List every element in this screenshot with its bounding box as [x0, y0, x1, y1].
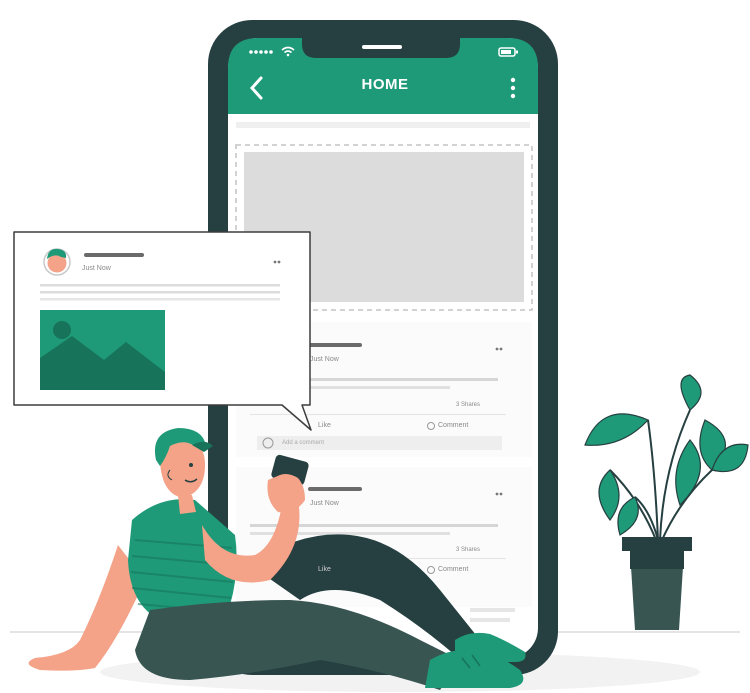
popup-post-card	[13, 231, 312, 431]
popup-timestamp: Just Now	[82, 265, 111, 272]
back-button[interactable]	[244, 70, 270, 100]
person-neck	[178, 495, 196, 514]
post-1-comment-input[interactable]: Add a comment	[282, 440, 324, 446]
more-options-button[interactable]	[503, 74, 523, 102]
leaf	[584, 413, 650, 446]
post-2-timestamp: Just Now	[310, 500, 339, 507]
post-1-shares: 3 Shares	[456, 402, 481, 408]
potted-plant	[584, 374, 749, 630]
speaker-slot	[362, 45, 402, 49]
post-2-comment-button[interactable]: Comment	[438, 566, 468, 573]
post-1-comment-button[interactable]: Comment	[438, 422, 468, 429]
post-1-like-button[interactable]: Like	[318, 422, 331, 429]
image-icon	[40, 310, 165, 390]
scene-artwork	[10, 20, 749, 692]
illustration-scene: HOME Just Now Just Now 3 Shares Like Com…	[0, 0, 750, 693]
post-2-shares: 3 Shares	[456, 547, 481, 553]
leaf	[617, 496, 639, 536]
divider-bar	[236, 122, 530, 128]
post-1-timestamp: Just Now	[310, 356, 339, 363]
pot-rim	[622, 537, 692, 551]
page-title: HOME	[361, 76, 409, 93]
person-arm-back	[28, 545, 146, 671]
leaf	[680, 374, 702, 411]
post-2-like-button[interactable]: Like	[318, 566, 331, 573]
leaf	[675, 439, 701, 507]
